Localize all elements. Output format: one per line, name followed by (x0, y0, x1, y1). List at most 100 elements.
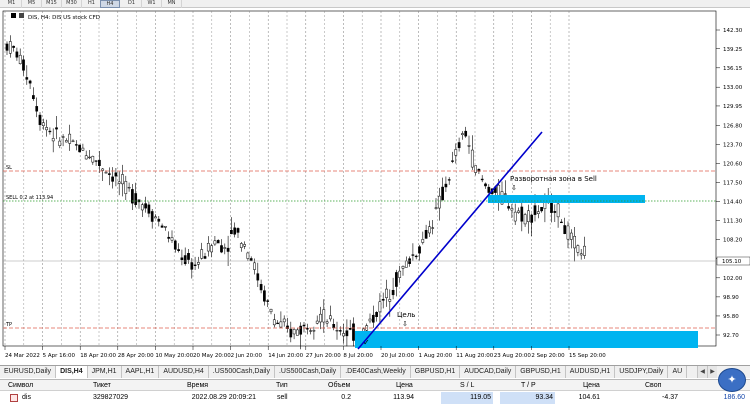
tab-jpm-h1[interactable]: JPM,H1 (88, 366, 122, 378)
tab-aapl-h1[interactable]: AAPL,H1 (122, 366, 160, 378)
candle-body (583, 245, 586, 256)
candle-body (563, 225, 567, 234)
candle-body (325, 321, 329, 324)
tabs-scroll-left-icon[interactable]: ◀ (697, 366, 707, 378)
date-tick-label: 14 Jun 20:00 (268, 353, 303, 359)
tab-us500cash-daily-2[interactable]: .US500Cash,Daily (275, 366, 342, 378)
trade-profit: 186.60 (723, 394, 745, 401)
candle-body (418, 246, 421, 254)
trade-type: sell (277, 394, 288, 401)
tf-m15-button[interactable]: M15 (42, 0, 62, 8)
tab-gbpusd-h1-2[interactable]: GBPUSD,H1 (516, 366, 566, 378)
candle-body (12, 45, 15, 48)
col-sl[interactable]: S / L (460, 380, 474, 392)
trade-row[interactable]: dis 329827029 2022.08.29 20:09:21 sell 0… (0, 392, 750, 405)
candle-body (536, 211, 540, 214)
tab-dis-h4[interactable]: DIS,H4 (56, 366, 88, 378)
col-symbol[interactable]: Символ (8, 380, 33, 392)
candle-body (517, 210, 520, 213)
tab-de40cash-weekly[interactable]: .DE40Cash,Weekly (341, 366, 411, 378)
sell-reversal-zone[interactable] (488, 195, 645, 203)
candle-body (480, 178, 484, 181)
date-tick-label: 18 Apr 20:00 (80, 353, 116, 359)
trade-stop-loss[interactable]: 119.05 (441, 392, 493, 404)
date-tick-label: 23 Aug 20:00 (494, 353, 532, 359)
candle-body (147, 204, 151, 214)
col-type[interactable]: Тип (276, 380, 288, 392)
candle-body (322, 309, 326, 323)
price-chart[interactable]: DIS, H4: DIS US stock CFD SL SELL 0.2 at… (0, 8, 750, 365)
target-zone[interactable] (355, 331, 698, 348)
tf-m1-button[interactable]: M1 (2, 0, 22, 8)
candle-body (249, 258, 253, 261)
current-price-value: 105.10 (722, 259, 742, 265)
tf-m5-button[interactable]: M5 (22, 0, 42, 8)
tab-au[interactable]: AU (668, 366, 688, 378)
candle-body (48, 130, 52, 133)
tab-audusd-h4[interactable]: AUDUSD,H4 (159, 366, 209, 378)
candle-body (22, 59, 25, 71)
candle-body (98, 159, 101, 167)
candle-body (520, 206, 524, 222)
candle-body (431, 227, 435, 229)
candle-body (170, 237, 174, 241)
candle-body (164, 225, 167, 228)
date-tick-label: 11 Aug 20:00 (456, 353, 494, 359)
candle-body (180, 257, 184, 261)
candle-body (61, 136, 65, 138)
candle-body (18, 54, 22, 65)
candle-body (527, 210, 530, 222)
candle-body (421, 239, 425, 243)
candle-body (276, 322, 279, 325)
price-tick-label: 133.00 (723, 85, 743, 91)
zone-arrow-icon: ⇩ (511, 184, 517, 192)
price-tick-label: 142.30 (723, 28, 743, 34)
candle-body (117, 181, 121, 184)
candle-body (414, 255, 418, 258)
tab-audusd-h1[interactable]: AUDUSD,H1 (566, 366, 616, 378)
candle-body (503, 193, 507, 195)
candle-body (167, 236, 171, 239)
toolbox-icon[interactable]: ✦ (718, 368, 746, 392)
tf-m30-button[interactable]: M30 (62, 0, 82, 8)
candle-body (226, 247, 230, 252)
candle-body (177, 249, 180, 251)
tf-w1-button[interactable]: W1 (142, 0, 162, 8)
price-tick-label: 95.80 (723, 314, 739, 320)
tab-audcad-daily[interactable]: AUDCAD,Daily (460, 366, 517, 378)
candle-body (5, 43, 9, 51)
col-price[interactable]: Цена (396, 380, 413, 392)
col-volume[interactable]: Объем (328, 380, 350, 392)
date-tick-label: 5 Apr 16:00 (43, 353, 76, 359)
candle-body (566, 225, 570, 240)
candle-body (335, 330, 339, 332)
tf-d1-button[interactable]: D1 (122, 0, 142, 8)
tab-gbpusd-h1[interactable]: GBPUSD,H1 (411, 366, 461, 378)
tab-eurusd-daily[interactable]: EURUSD,Daily (0, 366, 57, 378)
tabs-scroll-right-icon[interactable]: ▶ (707, 366, 717, 378)
col-time[interactable]: Время (187, 380, 208, 392)
tf-h4-button[interactable]: H4 (100, 0, 120, 8)
col-swap[interactable]: Своп (645, 380, 661, 392)
tf-mn-button[interactable]: MN (162, 0, 182, 8)
col-tp[interactable]: T / P (521, 380, 536, 392)
candle-body (385, 288, 388, 298)
candle-body (88, 156, 91, 159)
trade-take-profit[interactable]: 93.34 (500, 392, 555, 404)
candle-body (263, 290, 266, 302)
date-tick-label: 24 Mar 2022 (5, 353, 40, 359)
candle-body (114, 172, 118, 177)
col-ticket[interactable]: Тикет (93, 380, 111, 392)
tab-usdjpy-daily[interactable]: USDJPY,Daily (615, 366, 669, 378)
tf-h1-button[interactable]: H1 (82, 0, 102, 8)
candle-body (437, 195, 441, 209)
candle-body (190, 262, 194, 270)
tab-us500cash-daily[interactable]: .US500Cash,Daily (209, 366, 275, 378)
candle-body (319, 313, 322, 323)
candle-body (187, 253, 190, 260)
candle-body (91, 155, 95, 163)
candle-body (269, 308, 273, 313)
price-tick-label: 92.70 (723, 333, 739, 339)
candle-body (124, 181, 128, 194)
col-price-current[interactable]: Цена (583, 380, 600, 392)
